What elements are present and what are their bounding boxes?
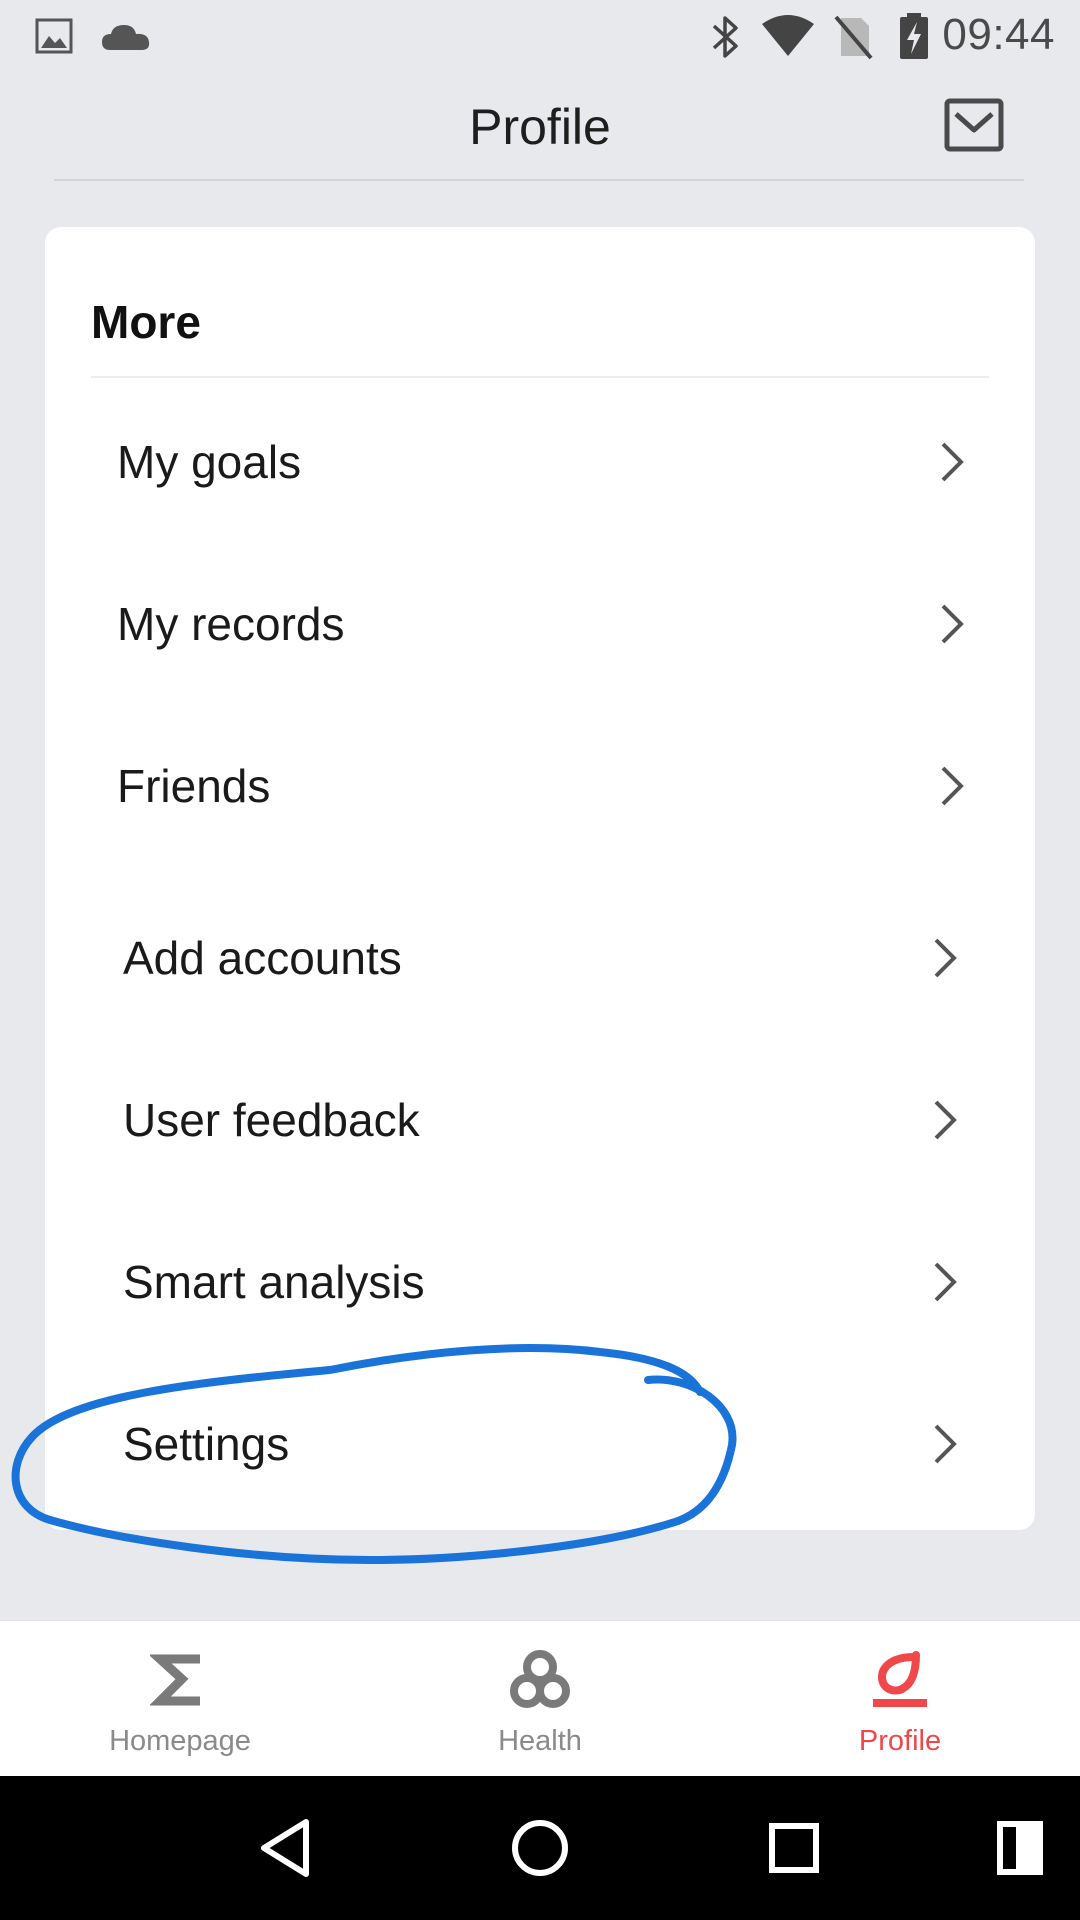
back-icon[interactable]: [258, 1818, 312, 1878]
header-divider: [54, 179, 1024, 181]
section-heading: More: [91, 296, 201, 348]
no-sim-icon: [834, 15, 873, 60]
sigma-icon: [150, 1654, 200, 1706]
bottom-nav: Homepage Health Profile: [0, 1620, 1080, 1777]
menu-item-label: Smart analysis: [123, 1256, 425, 1308]
system-nav-bar: [0, 1776, 1080, 1920]
status-time: 09:44: [942, 10, 1055, 59]
chevron-right-icon: [934, 1262, 957, 1302]
battery-charging-icon: [900, 13, 928, 59]
header: Profile: [0, 74, 1080, 184]
menu-item-label: User feedback: [123, 1094, 420, 1146]
cloud-icon: [102, 25, 150, 50]
nav-label: Health: [498, 1725, 582, 1757]
health-icon: [510, 1650, 570, 1708]
nav-label: Homepage: [109, 1725, 251, 1757]
mail-icon[interactable]: [944, 98, 1004, 152]
nav-label: Profile: [858, 1725, 942, 1757]
menu-item-user-feedback[interactable]: User feedback: [45, 1053, 1035, 1183]
chevron-right-icon: [934, 938, 957, 978]
menu-item-add-accounts[interactable]: Add accounts: [45, 891, 1035, 1021]
chevron-right-icon: [941, 766, 964, 806]
nav-profile[interactable]: Profile: [720, 1621, 1080, 1777]
nav-homepage[interactable]: Homepage: [0, 1621, 360, 1777]
split-screen-icon[interactable]: [996, 1820, 1044, 1876]
image-icon: [35, 18, 73, 54]
menu-item-smart-analysis[interactable]: Smart analysis: [45, 1215, 1035, 1345]
bluetooth-icon: [712, 16, 738, 58]
recents-icon[interactable]: [768, 1822, 820, 1874]
home-icon[interactable]: [510, 1818, 570, 1878]
menu-item-friends[interactable]: Friends: [45, 719, 1035, 849]
menu-item-label: Settings: [123, 1418, 290, 1470]
more-card: More My goals My records Friends Add acc…: [45, 227, 1035, 1530]
menu-item-label: Add accounts: [123, 932, 402, 984]
page-title: Profile: [469, 99, 611, 155]
menu-item-my-records[interactable]: My records: [45, 557, 1035, 687]
chevron-right-icon: [934, 1424, 957, 1464]
menu-item-settings[interactable]: Settings: [45, 1377, 1035, 1507]
chevron-right-icon: [941, 604, 964, 644]
menu-item-label: My goals: [117, 436, 302, 488]
chevron-right-icon: [941, 442, 964, 482]
chevron-right-icon: [934, 1100, 957, 1140]
menu-item-label: Friends: [117, 760, 271, 812]
section-divider: [91, 376, 989, 378]
wifi-icon: [762, 15, 814, 56]
profile-screen: 09:44 Profile More My goals My records F…: [0, 0, 1080, 1920]
status-bar: 09:44: [0, 0, 1080, 74]
menu-item-my-goals[interactable]: My goals: [45, 395, 1035, 525]
profile-icon: [873, 1651, 927, 1707]
nav-health[interactable]: Health: [360, 1621, 720, 1777]
menu-item-label: My records: [117, 598, 345, 650]
